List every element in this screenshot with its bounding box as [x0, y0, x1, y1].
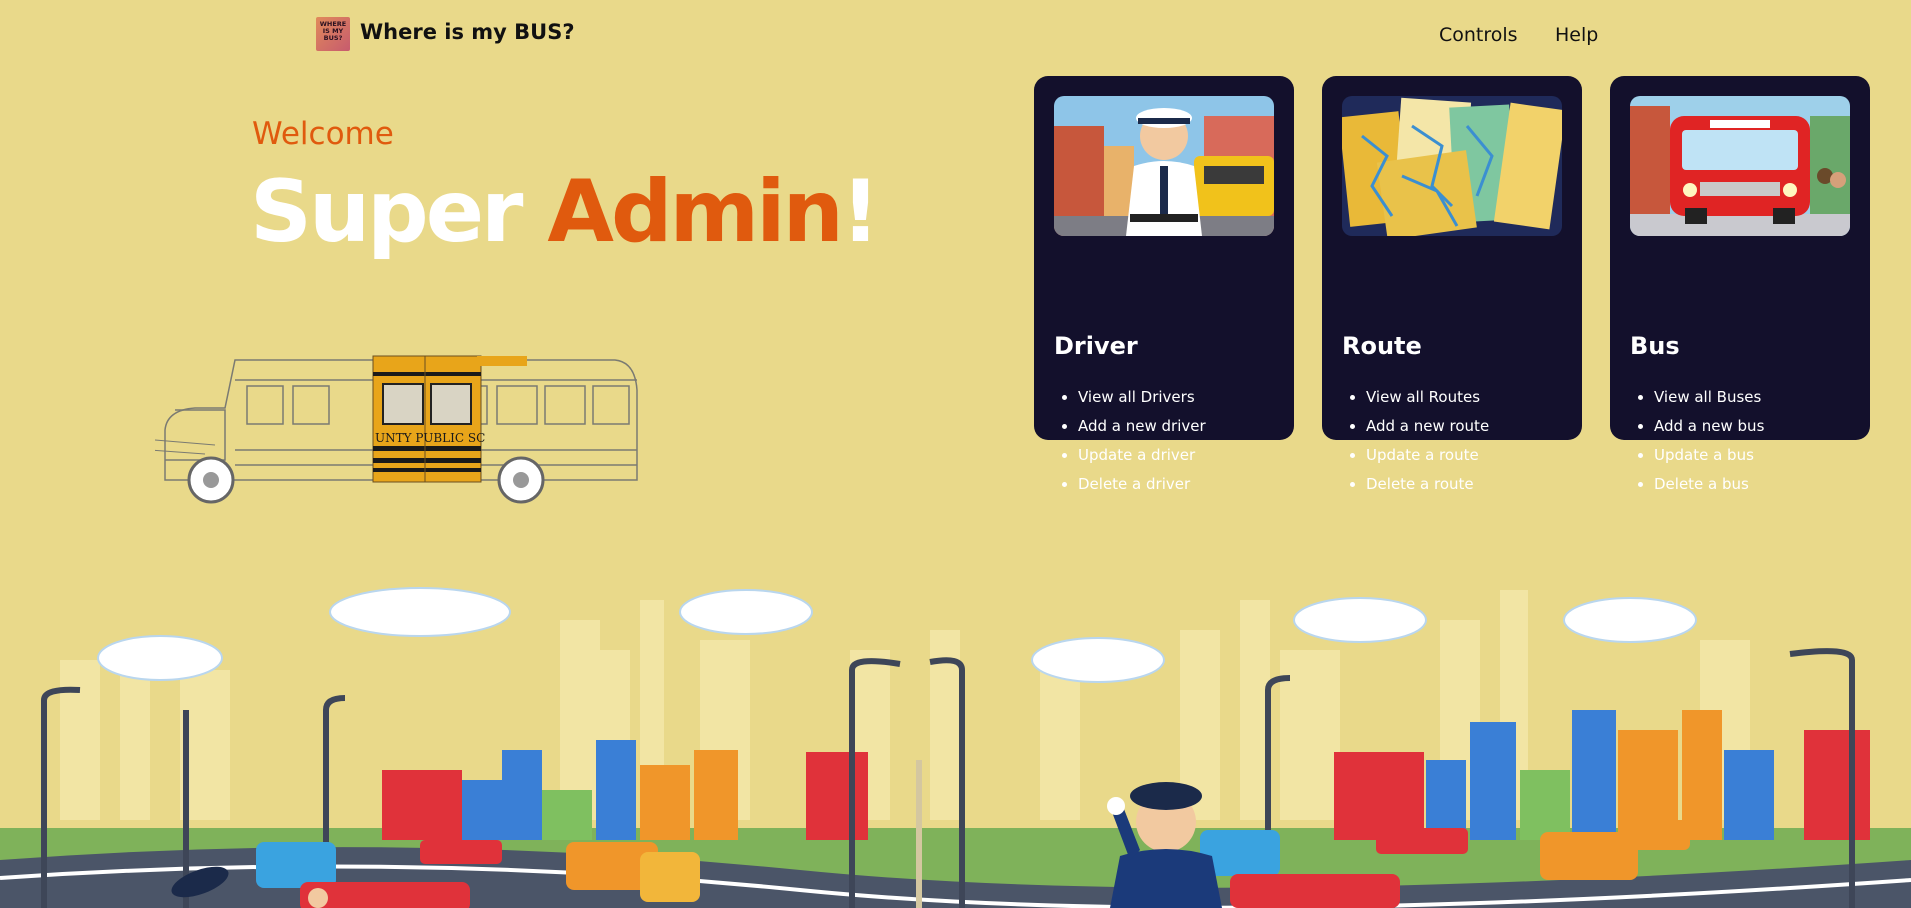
bus-card-title: Bus [1630, 332, 1680, 360]
page-headline: Super Admin! [250, 162, 880, 262]
view-all-buses-link[interactable]: View all Buses [1654, 386, 1764, 415]
add-bus-link[interactable]: Add a new bus [1654, 415, 1764, 444]
route-actions-list: View all Routes Add a new route Update a… [1342, 386, 1489, 502]
bus-actions-list: View all Buses Add a new bus Update a bu… [1630, 386, 1764, 502]
driver-card: Driver View all Drivers Add a new driver… [1034, 76, 1294, 493]
bus-card-image [1630, 96, 1850, 236]
route-card: Route View all Routes Add a new route Up… [1322, 76, 1582, 493]
welcome-text: Welcome [252, 116, 394, 152]
nav-controls-link[interactable]: Controls [1439, 24, 1518, 46]
app-logo[interactable]: WHERE IS MY BUS? [316, 17, 350, 51]
driver-card-title: Driver [1054, 332, 1138, 360]
app-title[interactable]: Where is my BUS? [360, 20, 575, 44]
delete-bus-link[interactable]: Delete a bus [1654, 473, 1764, 502]
route-card-title: Route [1342, 332, 1422, 360]
driver-card-image [1054, 96, 1274, 236]
route-card-image [1342, 96, 1562, 236]
update-bus-link[interactable]: Update a bus [1654, 444, 1764, 473]
update-driver-link[interactable]: Update a driver [1078, 444, 1206, 473]
update-route-link[interactable]: Update a route [1366, 444, 1489, 473]
bus-card: Bus View all Buses Add a new bus Update … [1610, 76, 1870, 493]
delete-route-link[interactable]: Delete a route [1366, 473, 1489, 502]
headline-admin: Admin [547, 162, 843, 262]
add-driver-link[interactable]: Add a new driver [1078, 415, 1206, 444]
headline-exclaim: ! [840, 162, 880, 262]
view-all-routes-link[interactable]: View all Routes [1366, 386, 1489, 415]
nav-help-link[interactable]: Help [1555, 24, 1598, 46]
city-scene-illustration [0, 587, 1911, 908]
bus-sign-text: UNTY PUBLIC SC [375, 431, 485, 445]
add-route-link[interactable]: Add a new route [1366, 415, 1489, 444]
headline-super: Super [250, 162, 523, 262]
delete-driver-link[interactable]: Delete a driver [1078, 473, 1206, 502]
driver-actions-list: View all Drivers Add a new driver Update… [1054, 386, 1206, 502]
view-all-drivers-link[interactable]: View all Drivers [1078, 386, 1206, 415]
bus-illustration: UNTY PUBLIC SC [155, 355, 638, 504]
